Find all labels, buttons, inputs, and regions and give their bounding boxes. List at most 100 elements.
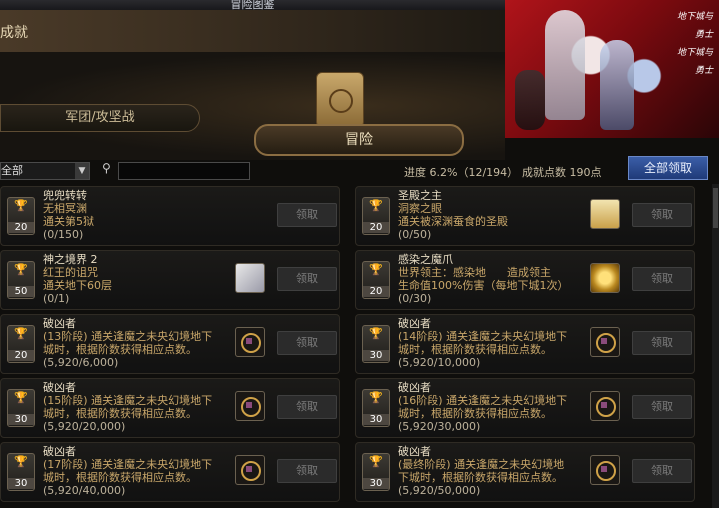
achievement-grid: 🏆 20 兜兜转转 无相冥渊 通关第5狱 (0/150) 领取 🏆 20 圣殿之主 洞察之… (0, 184, 712, 508)
achievement-card: 🏆 30 破凶者 (最终阶段) 通关逢魔之未央幻境地 下城时，根据阶数获得相应点数。… (355, 442, 695, 502)
achievement-desc: 洞察之眼 通关被深渊蚕食的圣殿 (398, 202, 508, 228)
category-select[interactable]: 全部 ▼ (0, 162, 90, 180)
scroll-icon (316, 72, 364, 128)
search-input[interactable] (118, 162, 250, 180)
star-reward-icon[interactable] (590, 263, 620, 293)
achievement-name: 破凶者 (398, 445, 431, 458)
progress-text: 进度 6.2%（12/194） (404, 166, 519, 179)
achievement-desc: 无相冥渊 通关第5狱 (43, 202, 94, 228)
claim-button[interactable]: 领取 (632, 203, 692, 227)
trophy-icon: 🏆 (369, 327, 383, 340)
trophy-badge: 🏆 30 (362, 325, 390, 363)
chevron-down-icon[interactable]: ▼ (75, 163, 89, 179)
trophy-badge: 🏆 20 (362, 261, 390, 299)
trophy-icon: 🏆 (14, 327, 28, 340)
emblem-reward-icon[interactable] (590, 391, 620, 421)
achievement-progress: (5,920/30,000) (398, 420, 481, 433)
achievement-card: 🏆 20 兜兜转转 无相冥渊 通关第5狱 (0/150) 领取 (0, 186, 340, 246)
achievement-card: 🏆 30 破凶者 (14阶段) 通关逢魔之未央幻境地下 城时，根据阶数获得相应点数。… (355, 314, 695, 374)
achievement-progress: (0/50) (398, 228, 432, 241)
trophy-badge: 🏆 20 (362, 197, 390, 235)
achievement-progress: (5,920/6,000) (43, 356, 119, 369)
emblem-reward-icon[interactable] (235, 391, 265, 421)
banner-character (515, 70, 545, 130)
claim-button[interactable]: 领取 (277, 203, 337, 227)
banner-character (600, 40, 634, 130)
achievement-card: 🏆 20 圣殿之主 洞察之眼 通关被深渊蚕食的圣殿 (0/50) 领取 (355, 186, 695, 246)
achievement-card: 🏆 30 破凶者 (16阶段) 通关逢魔之未央幻境地下 城时，根据阶数获得相应点数。… (355, 378, 695, 438)
map-reward-icon[interactable] (590, 199, 620, 229)
banner-logo: 地下城与勇士 地下城与勇士 (676, 12, 713, 76)
achievement-progress: (5,920/40,000) (43, 484, 126, 497)
emblem-reward-icon[interactable] (235, 327, 265, 357)
achievement-desc: 红王的诅咒 通关地下60层 (43, 266, 112, 292)
trophy-badge: 🏆 20 (7, 325, 35, 363)
claim-button[interactable]: 领取 (277, 267, 337, 291)
trophy-icon: 🏆 (14, 263, 28, 276)
window-titlebar: 冒险图鉴 (0, 0, 505, 11)
achievement-name: 破凶者 (398, 381, 431, 394)
tab-guild-siege[interactable]: 军团/攻坚战 (0, 104, 200, 132)
achievement-name: 破凶者 (43, 317, 76, 330)
trophy-icon: 🏆 (14, 455, 28, 468)
page-title: 成就 (0, 25, 28, 41)
achievement-name: 破凶者 (398, 317, 431, 330)
trophy-badge: 🏆 50 (7, 261, 35, 299)
claim-button[interactable]: 领取 (277, 459, 337, 483)
claim-button[interactable]: 领取 (277, 331, 337, 355)
trophy-badge: 🏆 20 (7, 197, 35, 235)
banner-character (545, 10, 585, 120)
achievement-name: 破凶者 (43, 445, 76, 458)
achievement-desc: (15阶段) 通关逢魔之未央幻境地下 城时，根据阶数获得相应点数。 (43, 394, 213, 420)
achievement-card: 🏆 30 破凶者 (17阶段) 通关逢魔之未央幻境地下 城时，根据阶数获得相应点数。… (0, 442, 340, 502)
trophy-icon: 🏆 (369, 199, 383, 212)
trophy-badge: 🏆 30 (362, 389, 390, 427)
section-header: 成就 (0, 10, 505, 53)
emblem-reward-icon[interactable] (590, 455, 620, 485)
claim-button[interactable]: 领取 (632, 459, 692, 483)
achievement-progress: (0/150) (43, 228, 84, 241)
achievement-card: 🏆 50 神之境界 2 红王的诅咒 通关地下60层 (0/1) 领取 (0, 250, 340, 310)
achievement-progress: (5,920/10,000) (398, 356, 481, 369)
trophy-badge: 🏆 30 (7, 389, 35, 427)
points-text: 成就点数 190点 (522, 166, 602, 179)
trophy-badge: 🏆 30 (7, 453, 35, 491)
tab-adventure[interactable]: 冒险 (254, 124, 464, 156)
achievement-desc: (14阶段) 通关逢魔之未央幻境地下 城时，根据阶数获得相应点数。 (398, 330, 568, 356)
category-select-value: 全部 (1, 164, 23, 177)
achievement-progress: (5,920/50,000) (398, 484, 481, 497)
achievement-progress: (0/1) (43, 292, 70, 305)
achievement-desc: (16阶段) 通关逢魔之未央幻境地下 城时，根据阶数获得相应点数。 (398, 394, 568, 420)
achievement-name: 圣殿之主 (398, 189, 442, 202)
scroll-reward-icon[interactable] (235, 263, 265, 293)
achievement-name: 破凶者 (43, 381, 76, 394)
achievement-desc: (最终阶段) 通关逢魔之未央幻境地 下城时，根据阶数获得相应点数。 (398, 458, 565, 484)
achievement-desc: (17阶段) 通关逢魔之未央幻境地下 城时，根据阶数获得相应点数。 (43, 458, 213, 484)
claim-all-button[interactable]: 全部领取 (628, 156, 708, 180)
filter-toolbar: 全部 ▼ ⚲ 进度 6.2%（12/194） 成就点数 190点 全部领取 (0, 156, 719, 184)
achievement-name: 神之境界 2 (43, 253, 98, 266)
achievement-desc: (13阶段) 通关逢魔之未央幻境地下 城时，根据阶数获得相应点数。 (43, 330, 213, 356)
trophy-badge: 🏆 30 (362, 453, 390, 491)
promo-banner[interactable]: 地下城与勇士 地下城与勇士 (505, 0, 719, 138)
claim-button[interactable]: 领取 (277, 395, 337, 419)
achievement-name: 兜兜转转 (43, 189, 87, 202)
trophy-icon: 🏆 (369, 455, 383, 468)
scrollbar-thumb[interactable] (713, 188, 718, 228)
achievement-name: 感染之魔爪 (398, 253, 453, 266)
claim-button[interactable]: 领取 (632, 331, 692, 355)
emblem-reward-icon[interactable] (590, 327, 620, 357)
claim-button[interactable]: 领取 (632, 267, 692, 291)
achievement-card: 🏆 20 破凶者 (13阶段) 通关逢魔之未央幻境地下 城时，根据阶数获得相应点数。… (0, 314, 340, 374)
scrollbar[interactable] (712, 184, 719, 508)
emblem-reward-icon[interactable] (235, 455, 265, 485)
achievement-desc: 世界领主：感染地 造成领主 生命值100%伤害（每地下城1次） (398, 266, 569, 292)
trophy-icon: 🏆 (14, 199, 28, 212)
achievement-card: 🏆 20 感染之魔爪 世界领主：感染地 造成领主 生命值100%伤害（每地下城1次）… (355, 250, 695, 310)
achievement-progress: (0/30) (398, 292, 432, 305)
claim-button[interactable]: 领取 (632, 395, 692, 419)
trophy-icon: 🏆 (14, 391, 28, 404)
trophy-icon: 🏆 (369, 263, 383, 276)
achievement-card: 🏆 30 破凶者 (15阶段) 通关逢魔之未央幻境地下 城时，根据阶数获得相应点数。… (0, 378, 340, 438)
achievement-progress: (5,920/20,000) (43, 420, 126, 433)
